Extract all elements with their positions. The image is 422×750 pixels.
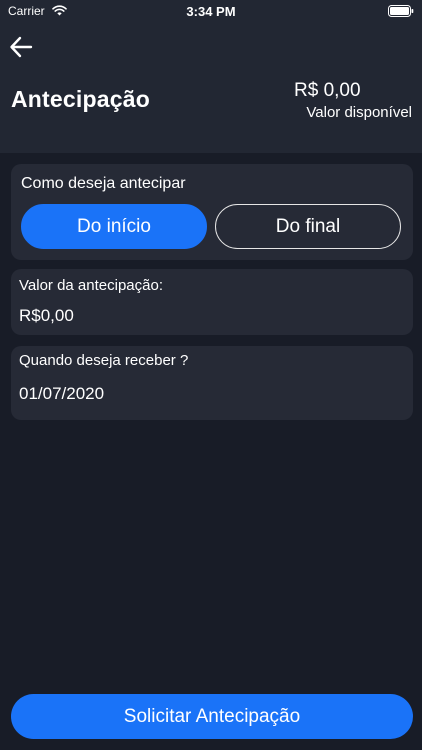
anticipation-amount-input[interactable] bbox=[19, 306, 399, 326]
mode-end-button[interactable]: Do final bbox=[215, 204, 401, 249]
clock: 3:34 PM bbox=[186, 4, 236, 19]
battery-icon bbox=[388, 5, 414, 17]
arrow-left-icon bbox=[10, 36, 33, 58]
anticipation-amount-label: Valor da antecipação: bbox=[19, 277, 163, 294]
mode-start-button[interactable]: Do início bbox=[21, 204, 207, 249]
balance-value: R$ 0,00 bbox=[294, 80, 361, 101]
page-title: Antecipação bbox=[11, 86, 150, 112]
header: Carrier 3:34 PM Antecipação R$ 0,00 Valo… bbox=[0, 0, 422, 153]
balance-label: Valor disponível bbox=[306, 104, 412, 121]
available-balance: R$ 0,00 Valor disponível bbox=[282, 80, 412, 124]
anticipation-mode-card: Como deseja antecipar Do início Do final bbox=[11, 164, 413, 260]
anticipation-amount-card: Valor da antecipação: bbox=[11, 269, 413, 335]
back-button[interactable] bbox=[8, 34, 36, 60]
receive-date-label: Quando deseja receber ? bbox=[19, 352, 189, 369]
anticipation-mode-label: Como deseja antecipar bbox=[21, 175, 186, 192]
request-anticipation-button[interactable]: Solicitar Antecipação bbox=[11, 694, 413, 739]
receive-date-card: Quando deseja receber ? bbox=[11, 346, 413, 420]
receive-date-input[interactable] bbox=[19, 384, 399, 404]
screen: Carrier 3:34 PM Antecipação R$ 0,00 Valo… bbox=[0, 0, 422, 750]
status-bar: Carrier 3:34 PM bbox=[0, 0, 422, 22]
